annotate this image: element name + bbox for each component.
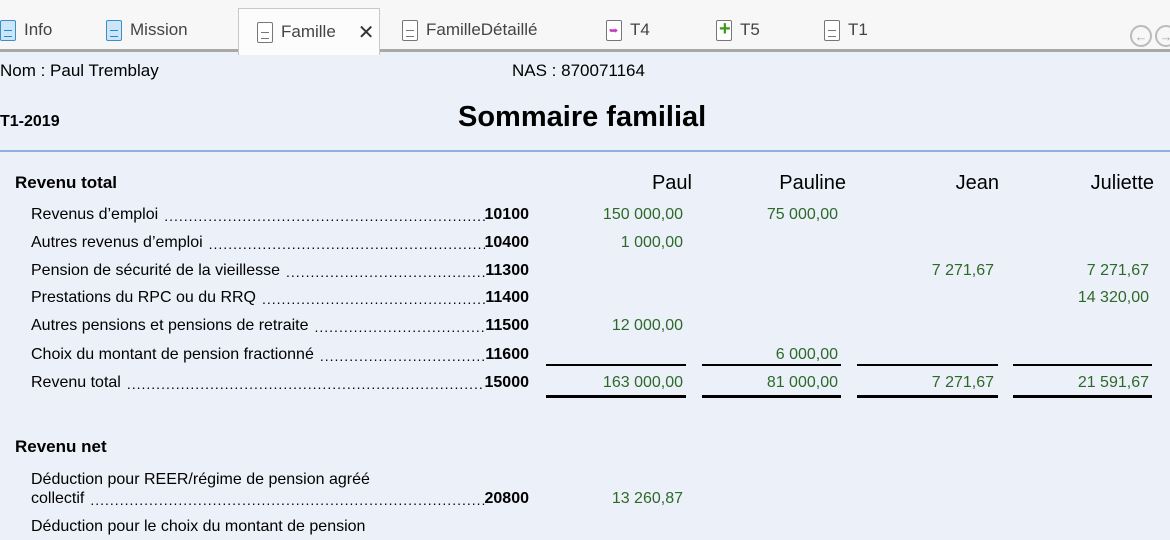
amount-paul[interactable]: 1 000,00 (546, 234, 683, 252)
line-code: 11400 (485, 289, 529, 306)
tab-label: T4 (630, 20, 650, 39)
line-description: Revenus d’emploi (31, 206, 159, 223)
leader-dots: ........................................… (319, 348, 486, 364)
row-label-line1: Déduction pour le choix du montant de pe… (31, 518, 366, 535)
document-plus-icon (716, 18, 732, 41)
amount-jean[interactable]: 7 271,67 (857, 262, 994, 280)
amount-pauline[interactable]: 75 000,00 (702, 206, 838, 224)
amount-pauline[interactable]: 6 000,00 (702, 346, 838, 364)
leader-dots: ........................................… (208, 236, 485, 252)
amount-jean[interactable]: 7 271,67 (857, 374, 994, 392)
total-underline (857, 395, 998, 398)
column-header-jean: Jean (955, 172, 999, 194)
line-description: Autres revenus d’emploi (31, 234, 203, 251)
column-header-pauline: Pauline (779, 172, 846, 194)
amount-pauline[interactable]: 81 000,00 (702, 374, 838, 392)
line-code: 10100 (484, 206, 530, 223)
form-year: T1-2019 (0, 113, 60, 130)
line-description: Choix du montant de pension fractionné (31, 346, 314, 363)
total-underline (546, 395, 686, 398)
leader-dots: ........................................… (164, 208, 484, 224)
document-icon (824, 19, 840, 41)
document-icon (0, 19, 16, 41)
amount-juliette[interactable]: 7 271,67 (1013, 262, 1149, 280)
underline (857, 364, 998, 366)
amount-paul[interactable]: 150 000,00 (546, 206, 683, 224)
scroll-left-icon[interactable]: ← (1130, 25, 1152, 47)
document-icon (106, 19, 122, 41)
row-label: Autres pensions et pensions de retraite.… (31, 317, 529, 335)
line-code: 20800 (484, 490, 530, 507)
row-label: Revenu total............................… (31, 374, 529, 392)
row-label: Pension de sécurité de la vieillesse....… (31, 262, 529, 280)
tab-t1[interactable]: T1 (818, 8, 868, 52)
amount-paul[interactable]: 163 000,00 (546, 374, 683, 392)
column-header-juliette: Juliette (1090, 172, 1154, 194)
underline (702, 364, 841, 366)
tab-famille[interactable]: Famille ✕ (238, 8, 380, 55)
leader-dots: ........................................… (90, 492, 485, 508)
tab-t5[interactable]: T5 (710, 8, 760, 52)
taxpayer-name: Nom : Paul Tremblay (0, 61, 159, 80)
row-label: Prestations du RPC ou du RRQ............… (31, 289, 529, 307)
row-label-line1: Déduction pour REER/régime de pension ag… (31, 471, 370, 488)
close-icon[interactable]: ✕ (358, 20, 375, 45)
line-description: collectif (31, 490, 85, 507)
leader-dots: ........................................… (286, 264, 485, 280)
tab-info[interactable]: Info (0, 8, 52, 52)
tab-label: Famille (281, 22, 336, 41)
scroll-right-icon[interactable]: → (1155, 25, 1170, 47)
underline (546, 364, 686, 366)
amount-paul[interactable]: 13 260,87 (546, 490, 683, 508)
taxpayer-nas: NAS : 870071164 (512, 61, 645, 80)
section-title-revenu-total: Revenu total (15, 173, 118, 192)
line-description: Autres pensions et pensions de retraite (31, 317, 309, 334)
tab-label: T5 (740, 20, 760, 39)
underline (1013, 364, 1152, 366)
header-divider (0, 150, 1170, 152)
document-icon (402, 19, 418, 41)
line-description: Prestations du RPC ou du RRQ (31, 289, 256, 306)
total-underline (1013, 395, 1152, 398)
tab-mission[interactable]: Mission (100, 8, 188, 52)
row-label: Revenus d’emploi........................… (31, 206, 529, 224)
document-arrow-icon (606, 19, 622, 41)
tab-bar: Info Mission Famille ✕ FamilleDétaillé T4… (0, 0, 1170, 55)
leader-dots: ........................................… (126, 376, 485, 392)
amount-juliette[interactable]: 14 320,00 (1013, 289, 1149, 307)
document-icon (257, 21, 273, 43)
tab-label: Info (24, 20, 53, 39)
line-code: 10400 (484, 234, 530, 251)
tab-label: T1 (848, 20, 868, 39)
line-description: Revenu total (31, 374, 121, 391)
amount-juliette[interactable]: 21 591,67 (1013, 374, 1149, 392)
amount-paul[interactable]: 12 000,00 (546, 317, 683, 335)
section-title-revenu-net: Revenu net (15, 437, 107, 456)
row-label: collectif...............................… (31, 490, 529, 508)
tab-label: Mission (130, 20, 188, 39)
total-underline (702, 395, 841, 398)
leader-dots: ........................................… (262, 291, 486, 307)
page-title: Sommaire familial (458, 101, 707, 133)
row-label: Choix du montant de pension fractionné..… (31, 346, 529, 364)
tab-label: FamilleDétaillé (426, 20, 538, 39)
line-description: Pension de sécurité de la vieillesse (31, 262, 281, 279)
leader-dots: ........................................… (314, 319, 486, 335)
row-label: Autres revenus d’emploi.................… (31, 234, 529, 252)
line-code: 11300 (485, 262, 529, 279)
tab-famille-detaille[interactable]: FamilleDétaillé (396, 8, 537, 52)
line-code: 15000 (484, 374, 530, 391)
column-header-paul: Paul (651, 172, 692, 194)
line-code: 11600 (485, 346, 529, 363)
line-code: 11500 (485, 317, 529, 334)
tab-t4[interactable]: T4 (600, 8, 650, 52)
